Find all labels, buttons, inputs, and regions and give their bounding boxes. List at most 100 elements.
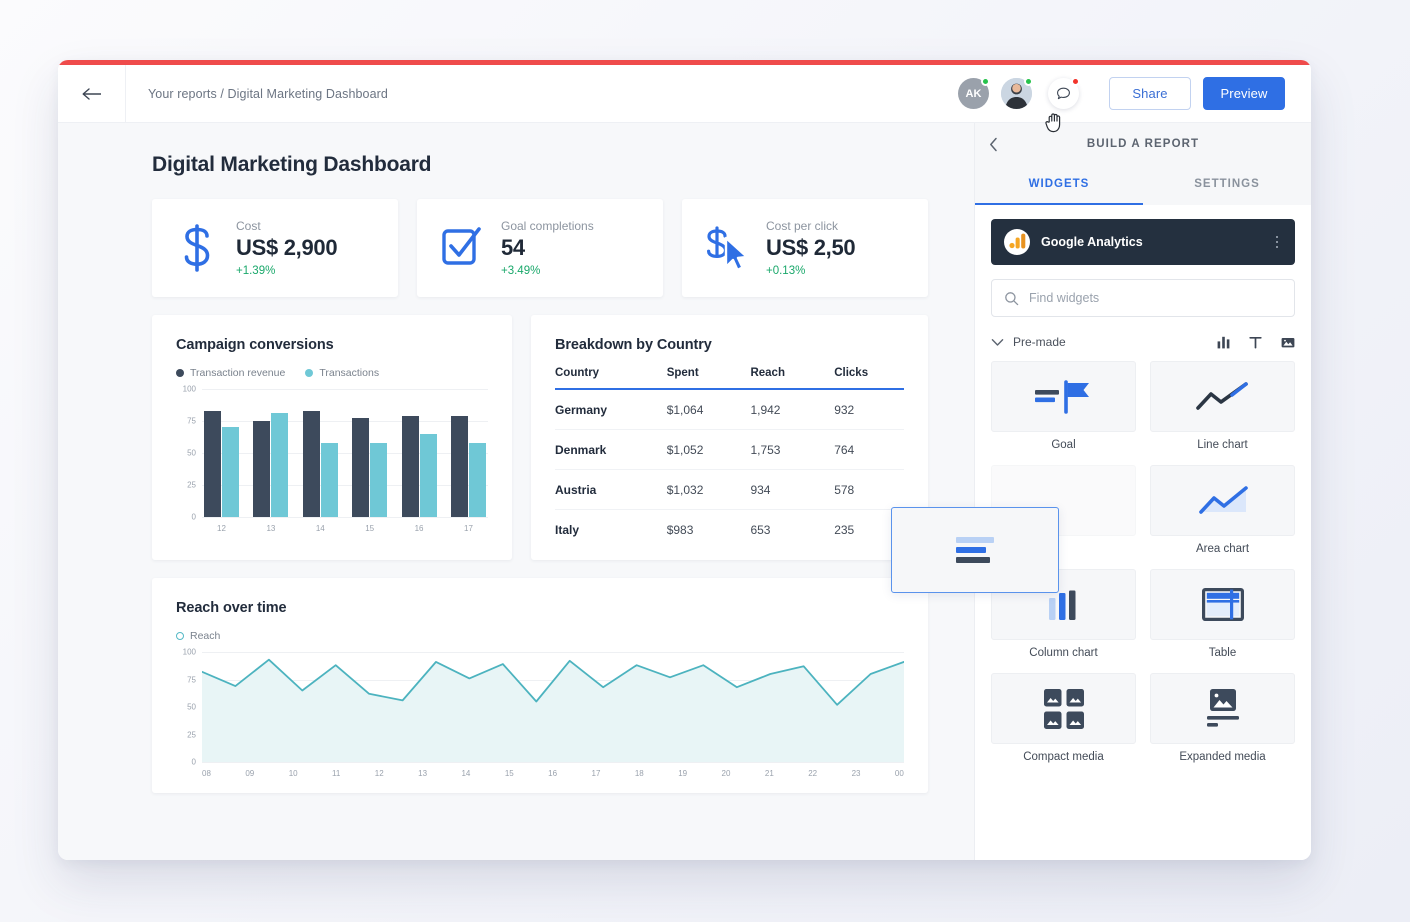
tab-widgets[interactable]: WIDGETS xyxy=(975,165,1143,205)
page-title: Digital Marketing Dashboard xyxy=(152,153,928,177)
bar-transaction-revenue[interactable] xyxy=(303,411,320,517)
kpi-card-cost[interactable]: Cost US$ 2,900 +1.39% xyxy=(152,199,398,297)
avatar-initials[interactable]: AK xyxy=(958,78,989,109)
widget-cell-expanded-media[interactable]: Expanded media xyxy=(1150,673,1295,763)
cell-reach: 1,942 xyxy=(750,389,834,430)
column-header-country[interactable]: Country xyxy=(555,367,667,389)
table-row[interactable]: Denmark$1,0521,753764 xyxy=(555,430,904,470)
expanded-media-icon[interactable] xyxy=(1150,673,1295,744)
column-header-spent[interactable]: Spent xyxy=(667,367,751,389)
area-chart: 0255075100 xyxy=(202,652,904,762)
widget-label: Goal xyxy=(1051,439,1075,451)
top-bar-actions: AK Share xyxy=(958,77,1311,110)
bar-transaction-revenue[interactable] xyxy=(253,421,270,517)
legend-item-transactions[interactable]: Transactions xyxy=(305,367,379,379)
widget-cell-area-chart[interactable]: Area chart xyxy=(1150,465,1295,555)
y-axis-tick: 100 xyxy=(183,385,196,394)
legend-swatch xyxy=(305,369,313,377)
y-axis-tick: 0 xyxy=(192,513,196,522)
image-icon[interactable] xyxy=(1281,336,1295,349)
premade-section-header: Pre-made xyxy=(991,335,1295,349)
widget-cell-goal[interactable]: Goal xyxy=(991,361,1136,451)
chart-icon[interactable] xyxy=(1217,336,1230,349)
bar-transactions[interactable] xyxy=(469,443,486,517)
cell-spent: $1,064 xyxy=(667,389,751,430)
preview-button[interactable]: Preview xyxy=(1203,77,1285,110)
table-row[interactable]: Italy$983653235 xyxy=(555,510,904,550)
bar-chart-legend: Transaction revenue Transactions xyxy=(176,367,488,379)
back-button[interactable] xyxy=(58,65,126,122)
table-icon[interactable] xyxy=(1150,569,1295,640)
report-canvas: Digital Marketing Dashboard Cost US$ 2,9… xyxy=(58,123,974,860)
gridline xyxy=(202,762,904,763)
bar-transactions[interactable] xyxy=(222,427,239,517)
bar-group[interactable] xyxy=(303,389,338,517)
dragged-widget-bar-chart[interactable] xyxy=(891,507,1059,593)
notification-badge xyxy=(1071,77,1080,86)
cell-spent: $983 xyxy=(667,510,751,550)
share-button[interactable]: Share xyxy=(1109,77,1191,110)
app-window: Your reports / Digital Marketing Dashboa… xyxy=(58,60,1311,860)
area-chart-x-labels: 0809101112131415161718192021222300 xyxy=(202,769,904,778)
kpi-label: Cost xyxy=(236,219,337,233)
dollar-cursor-icon xyxy=(704,224,750,272)
cell-reach: 934 xyxy=(750,470,834,510)
bar-group[interactable] xyxy=(352,389,387,517)
panel-title: Reach over time xyxy=(176,600,904,616)
chevron-left-icon xyxy=(989,137,998,152)
panel-title: Breakdown by Country xyxy=(555,337,904,353)
chevron-down-icon[interactable] xyxy=(991,338,1004,347)
bar-transactions[interactable] xyxy=(420,434,437,517)
legend-item-reach[interactable]: Reach xyxy=(176,630,220,642)
widget-cell-table[interactable]: Table xyxy=(1150,569,1295,659)
bar-group[interactable] xyxy=(451,389,486,517)
data-source-card-google-analytics[interactable]: Google Analytics xyxy=(991,219,1295,265)
area-chart-icon[interactable] xyxy=(1150,465,1295,536)
bar-transaction-revenue[interactable] xyxy=(204,411,221,517)
y-axis-tick: 75 xyxy=(187,675,196,684)
goal-flag-icon[interactable] xyxy=(991,361,1136,432)
kpi-card-cost-per-click[interactable]: Cost per click US$ 2,50 +0.13% xyxy=(682,199,928,297)
bar-transaction-revenue[interactable] xyxy=(352,418,369,517)
column-header-clicks[interactable]: Clicks xyxy=(834,367,904,389)
cell-country: Germany xyxy=(555,389,667,430)
bar-group[interactable] xyxy=(253,389,288,517)
bar-chart-icon xyxy=(956,537,994,563)
notifications-button[interactable] xyxy=(1048,78,1079,109)
sidebar-back-button[interactable] xyxy=(989,137,1011,152)
reach-over-time-panel: Reach over time Reach 0255075100 xyxy=(152,578,928,793)
bar-chart-area: 0255075100 121314151617 xyxy=(176,389,488,533)
sidebar-tabs: WIDGETS SETTINGS xyxy=(975,165,1311,205)
line-chart-icon[interactable] xyxy=(1150,361,1295,432)
table-row[interactable]: Austria$1,032934578 xyxy=(555,470,904,510)
cell-clicks: 932 xyxy=(834,389,904,430)
presence-dot xyxy=(981,77,990,86)
grab-hand-cursor-icon xyxy=(1045,111,1065,138)
tab-settings[interactable]: SETTINGS xyxy=(1143,165,1311,205)
avatar-photo[interactable] xyxy=(1001,78,1032,109)
x-axis-tick: 09 xyxy=(245,769,254,778)
bar-group[interactable] xyxy=(402,389,437,517)
bar-transactions[interactable] xyxy=(321,443,338,517)
search-input[interactable] xyxy=(1029,291,1282,305)
kpi-value: 54 xyxy=(501,235,594,261)
widget-cell-compact-media[interactable]: Compact media xyxy=(991,673,1136,763)
bar-group[interactable] xyxy=(204,389,239,517)
widget-cell-line-chart[interactable]: Line chart xyxy=(1150,361,1295,451)
widget-label: Area chart xyxy=(1196,543,1249,555)
kpi-card-goal-completions[interactable]: Goal completions 54 +3.49% xyxy=(417,199,663,297)
bar-transaction-revenue[interactable] xyxy=(402,416,419,517)
bar-transactions[interactable] xyxy=(370,443,387,517)
compact-media-icon[interactable] xyxy=(991,673,1136,744)
bar-transactions[interactable] xyxy=(271,413,288,517)
x-axis-tick: 15 xyxy=(352,524,387,533)
kpi-delta: +0.13% xyxy=(766,265,855,277)
text-icon[interactable] xyxy=(1249,336,1262,349)
column-header-reach[interactable]: Reach xyxy=(750,367,834,389)
table-row[interactable]: Germany$1,0641,942932 xyxy=(555,389,904,430)
legend-item-transaction-revenue[interactable]: Transaction revenue xyxy=(176,367,285,379)
bar-transaction-revenue[interactable] xyxy=(451,416,468,517)
breadcrumb[interactable]: Your reports / Digital Marketing Dashboa… xyxy=(126,87,388,101)
find-widgets-search[interactable] xyxy=(991,279,1295,317)
kebab-menu-icon[interactable] xyxy=(1272,232,1283,253)
